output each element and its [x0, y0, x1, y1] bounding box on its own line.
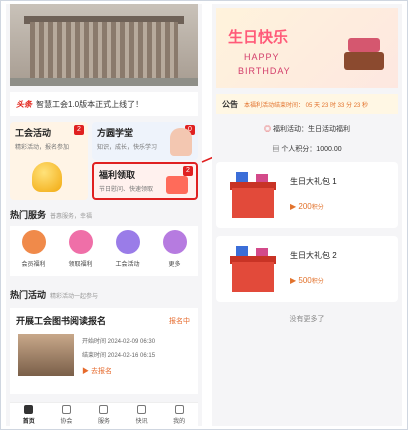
welfare-screen: 生日快乐 HAPPY BIRTHDAY 公告 本福利活动结束时间： 05 天 2…: [212, 4, 402, 426]
tab-services[interactable]: 服务: [97, 404, 110, 425]
tab-label: 我的: [173, 418, 186, 425]
activity-title: 开展工会图书阅读报名: [16, 316, 107, 326]
event-info: ◎ 福利活动：生日活动福利: [216, 124, 398, 134]
event-icon: ◎: [264, 126, 272, 133]
tab-news[interactable]: 快讯: [135, 404, 148, 425]
gift-icon: [166, 176, 188, 194]
service-claim-welfare[interactable]: 领取福利: [61, 230, 101, 276]
cake-icon: [342, 30, 386, 74]
activity-section-title: 热门活动: [10, 290, 47, 300]
activity-start-time: 开始时间 2024-02-09 06:30: [82, 339, 156, 345]
services-icon: [99, 404, 109, 414]
services-header: 热门服务 普惠服务，幸福: [10, 208, 92, 221]
banner-line-birthday: BIRTHDAY: [238, 66, 291, 76]
gift-points-unit: 积分: [311, 279, 324, 285]
activity-section-subtitle: 精彩活动一起参与: [50, 294, 99, 300]
service-label: 会员福利: [21, 262, 46, 268]
tab-label: 服务: [97, 418, 110, 425]
announcement-countdown: 本福利活动结束时间： 05 天 23 时 33 分 23 秒: [244, 102, 369, 109]
birthday-banner: 生日快乐 HAPPY BIRTHDAY: [216, 8, 398, 88]
list-end-text: 没有更多了: [289, 316, 325, 323]
points-info: ▤ 个人积分：1000.00: [216, 144, 398, 154]
bottom-tab-bar: 首页 协会 服务 快讯 我的: [10, 402, 198, 426]
member-icon: [21, 230, 46, 254]
card-title: 工会活动: [15, 128, 52, 138]
cake-bottom-tier: [344, 52, 384, 70]
gift-box-icon: [230, 246, 276, 292]
banner-title: 生日快乐: [228, 29, 289, 46]
service-grid: 会员福利 领取福利 工会活动 更多: [10, 226, 198, 276]
more-icon: [162, 230, 187, 254]
gift-points: ▶ 500积分: [290, 276, 324, 285]
news-ticker[interactable]: 头条 智慧工会1.0版本正式上线了！: [10, 92, 198, 116]
card-welfare-claim[interactable]: 福利领取 节日慰问、快速领取 2: [92, 162, 198, 200]
service-member-welfare[interactable]: 会员福利: [14, 230, 54, 276]
activity-header: 热门活动 精彩活动一起参与: [10, 288, 98, 301]
gift-points-value: 200: [298, 202, 312, 211]
student-illustration-icon: [170, 128, 192, 156]
gift-points-unit: 积分: [311, 205, 324, 211]
announcement-label: 公告: [222, 99, 238, 109]
tab-home[interactable]: 首页: [22, 404, 35, 425]
feature-cards: 工会活动 精彩活动，报名参加 2 方圆学堂 知识，成长，快乐学习 0 福利领取 …: [10, 122, 198, 200]
news-text: 智慧工会1.0版本正式上线了！: [36, 99, 144, 109]
building-facade: [30, 22, 178, 80]
card-study-hall[interactable]: 方圆学堂 知识，成长，快乐学习 0: [92, 122, 198, 160]
activity-status: 报名中: [169, 318, 190, 325]
services-title: 热门服务: [10, 210, 47, 220]
hero-banner-image[interactable]: [10, 4, 198, 86]
home-screen: 头条 智慧工会1.0版本正式上线了！ 工会活动 精彩活动，报名参加 2 方圆学堂…: [6, 4, 202, 426]
service-label: 工会活动: [115, 262, 140, 268]
service-more[interactable]: 更多: [155, 230, 195, 276]
home-icon: [24, 404, 34, 414]
services-subtitle: 普惠服务，幸福: [50, 214, 93, 220]
cake-top-tier: [348, 38, 380, 52]
service-label: 领取福利: [68, 262, 93, 268]
service-label: 更多: [168, 262, 181, 268]
trophy-icon: [32, 162, 62, 192]
points-value: 个人积分：1000.00: [281, 146, 342, 153]
tab-association[interactable]: 协会: [60, 404, 73, 425]
event-name: 福利活动：生日活动福利: [272, 126, 350, 133]
activity-card[interactable]: 开展工会图书阅读报名 报名中 开始时间 2024-02-09 06:30 结束时…: [10, 308, 198, 394]
tab-profile[interactable]: 我的: [173, 404, 186, 425]
gift-box-icon: [230, 172, 276, 218]
card-union-activity[interactable]: 工会活动 精彩活动，报名参加 2: [10, 122, 88, 200]
association-icon: [61, 404, 71, 414]
signup-button[interactable]: ▶ 去报名: [82, 366, 112, 376]
count-badge: 2: [183, 166, 193, 176]
gift-body: [232, 188, 274, 218]
points-icon: ▤: [272, 146, 280, 153]
gift-points: ▶ 200积分: [290, 202, 324, 211]
activity-icon: [115, 230, 140, 254]
news-tag: 头条: [16, 99, 32, 109]
announcement-bar: 公告 本福利活动结束时间： 05 天 23 时 33 分 23 秒: [216, 94, 398, 114]
count-badge: 2: [74, 125, 84, 135]
gift-card-2[interactable]: 生日大礼包 2 ▶ 500积分: [216, 236, 398, 302]
tab-label: 首页: [22, 418, 35, 425]
tab-label: 协会: [60, 418, 73, 425]
gift-icon: [68, 230, 93, 254]
card-subtitle: 精彩活动，报名参加: [15, 145, 70, 151]
building-ground: [10, 78, 198, 86]
gift-name: 生日大礼包 1: [290, 177, 337, 186]
profile-icon: [174, 404, 184, 414]
banner-line-happy: HAPPY: [244, 52, 280, 62]
gift-name: 生日大礼包 2: [290, 251, 337, 260]
tab-label: 快讯: [135, 418, 148, 425]
gift-card-1[interactable]: 生日大礼包 1 ▶ 200积分: [216, 162, 398, 228]
activity-end-time: 结束时间 2024-02-16 06:15: [82, 353, 156, 359]
news-icon: [137, 404, 147, 414]
gift-points-value: 500: [298, 276, 312, 285]
signup-label: 去报名: [90, 368, 112, 375]
service-union-activity[interactable]: 工会活动: [108, 230, 148, 276]
gift-body: [232, 262, 274, 292]
library-image: [18, 334, 74, 376]
